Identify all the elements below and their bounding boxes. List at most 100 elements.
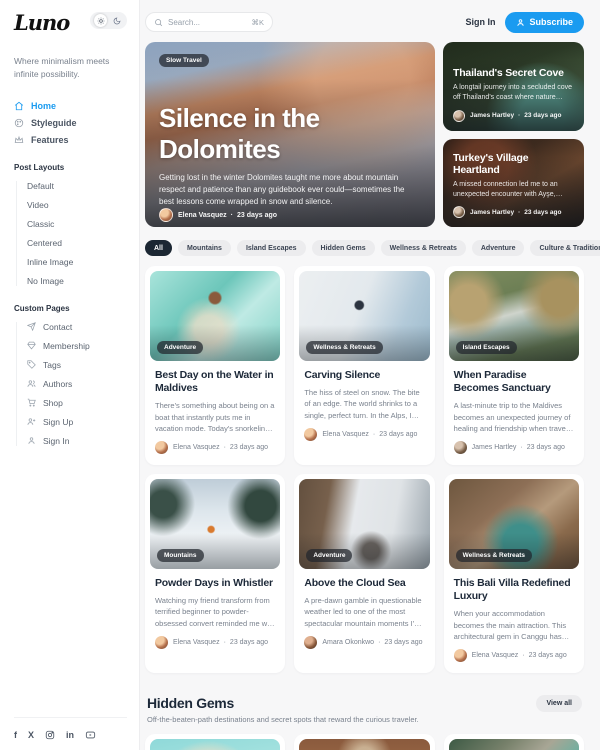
tag-badge[interactable]: Island Escapes — [456, 341, 517, 354]
sign-in-link[interactable]: Sign In — [465, 17, 495, 27]
avatar[interactable] — [155, 636, 168, 649]
avatar[interactable] — [155, 441, 168, 454]
page-link-label: Contact — [43, 322, 72, 332]
palette-icon — [14, 118, 24, 128]
page-link-tags[interactable]: Tags — [27, 360, 127, 370]
layout-link-default[interactable]: Default — [27, 181, 127, 191]
tag-badge[interactable]: Adventure — [157, 341, 203, 354]
post-excerpt: Watching my friend transform from terrif… — [155, 595, 275, 629]
author-name[interactable]: James Hartley — [470, 209, 514, 216]
avatar[interactable] — [453, 110, 465, 122]
page-link-label: Sign Up — [43, 417, 73, 427]
filter-all[interactable]: All — [145, 240, 172, 256]
page-link-sign-up[interactable]: Sign Up — [27, 417, 127, 427]
filter-hidden-gems[interactable]: Hidden Gems — [312, 240, 375, 256]
nav-item-features[interactable]: Features — [14, 135, 127, 145]
avatar[interactable] — [304, 428, 317, 441]
nav-item-home[interactable]: Home — [14, 101, 127, 111]
sun-icon[interactable] — [94, 14, 107, 27]
moon-icon[interactable] — [110, 14, 123, 27]
x-icon[interactable]: X — [28, 730, 34, 740]
post-card-maldives[interactable]: Adventure Best Day on the Water in Maldi… — [145, 266, 285, 465]
avatar[interactable] — [304, 636, 317, 649]
facebook-icon[interactable]: f — [14, 730, 17, 740]
author-name[interactable]: James Hartley — [470, 112, 514, 119]
page-link-shop[interactable]: Shop — [27, 398, 127, 408]
post-title: When Paradise Becomes Sanctuary — [454, 369, 574, 395]
author-name[interactable]: Elena Vasquez — [173, 444, 220, 451]
filter-mountains[interactable]: Mountains — [178, 240, 231, 256]
filter-culture-traditions[interactable]: Culture & Traditions — [530, 240, 600, 256]
post-card-cove[interactable]: Hidden Gems — [444, 734, 584, 750]
logo[interactable]: Luno — [14, 12, 69, 33]
side-post-turkey[interactable]: Turkey's Village Heartland A missed conn… — [443, 139, 584, 228]
page-link-authors[interactable]: Authors — [27, 379, 127, 389]
linkedin-icon[interactable]: in — [66, 730, 74, 740]
filter-adventure[interactable]: Adventure — [472, 240, 525, 256]
post-card-sandbar[interactable]: Hidden Gems — [145, 734, 285, 750]
crown-icon — [14, 135, 24, 145]
post-card-whistler[interactable]: Mountains Powder Days in Whistler Watchi… — [145, 474, 285, 673]
author-name[interactable]: Elena Vasquez — [322, 431, 369, 438]
layout-link-classic[interactable]: Classic — [27, 219, 127, 229]
page-link-sign-in[interactable]: Sign In — [27, 436, 127, 446]
custom-pages-heading: Custom Pages — [14, 304, 127, 313]
post-card-carving-silence[interactable]: Wellness & Retreats Carving Silence The … — [294, 266, 434, 465]
post-excerpt: A pre-dawn gamble in questionable weathe… — [304, 595, 424, 629]
page-link-contact[interactable]: Contact — [27, 322, 127, 332]
tag-badge[interactable]: Mountains — [157, 549, 204, 562]
avatar[interactable] — [453, 206, 465, 218]
tag-badge[interactable]: Wellness & Retreats — [306, 341, 382, 354]
author-name[interactable]: Amara Okonkwo — [322, 639, 374, 646]
search-input[interactable] — [168, 18, 246, 27]
post-card-cloud-sea[interactable]: Adventure Above the Cloud Sea A pre-dawn… — [294, 474, 434, 673]
instagram-icon[interactable] — [45, 730, 55, 740]
filter-wellness-retreats[interactable]: Wellness & Retreats — [381, 240, 466, 256]
send-icon — [27, 322, 36, 331]
layout-link-centered[interactable]: Centered — [27, 238, 127, 248]
view-all-button[interactable]: View all — [536, 695, 582, 712]
search-icon — [154, 18, 163, 27]
post-date: 23 days ago — [237, 212, 277, 219]
tag-filter-bar: All Mountains Island Escapes Hidden Gems… — [145, 240, 584, 256]
theme-toggle[interactable] — [90, 12, 127, 29]
tag-badge[interactable]: Wellness & Retreats — [456, 549, 532, 562]
youtube-icon[interactable] — [85, 730, 96, 740]
layout-link-video[interactable]: Video — [27, 200, 127, 210]
featured-section: Slow Travel Silence in the Dolomites Get… — [145, 42, 584, 227]
post-card-temple[interactable]: Culture & Traditions — [294, 734, 434, 750]
post-card-bali-villa[interactable]: Wellness & Retreats This Bali Villa Rede… — [444, 474, 584, 673]
hero-post[interactable]: Slow Travel Silence in the Dolomites Get… — [145, 42, 435, 227]
meta-dot: · — [224, 639, 226, 646]
avatar[interactable] — [454, 649, 467, 662]
hero-tag-badge[interactable]: Slow Travel — [159, 54, 209, 67]
side-post-thailand[interactable]: Thailand's Secret Cove A longtail journe… — [443, 42, 584, 131]
user-icon — [516, 18, 525, 27]
tag-badge[interactable]: Adventure — [306, 549, 352, 562]
section-subtitle: Off-the-beaten-path destinations and sec… — [147, 715, 419, 724]
search-box[interactable]: ⌘K — [145, 12, 273, 32]
post-date: 23 days ago — [524, 112, 561, 119]
meta-dot: · — [378, 639, 380, 646]
filter-island-escapes[interactable]: Island Escapes — [237, 240, 306, 256]
post-meta: Elena Vasquez·23 days ago — [155, 636, 275, 649]
post-excerpt: A missed connection led me to an unexpec… — [453, 180, 574, 200]
page-link-membership[interactable]: Membership — [27, 341, 127, 351]
avatar[interactable] — [454, 441, 467, 454]
subscribe-button[interactable]: Subscribe — [505, 12, 584, 33]
post-title: Thailand's Secret Cove — [453, 67, 574, 79]
author-name[interactable]: James Hartley — [472, 444, 517, 451]
author-name[interactable]: Elena Vasquez — [178, 212, 227, 219]
layout-link-no-image[interactable]: No Image — [27, 276, 127, 286]
hero-meta: Elena Vasquez·23 days ago — [159, 208, 421, 222]
post-card-paradise-sanctuary[interactable]: Island Escapes When Paradise Becomes San… — [444, 266, 584, 465]
post-meta: James Hartley·23 days ago — [454, 441, 574, 454]
author-name[interactable]: Elena Vasquez — [472, 652, 519, 659]
hero-title: Silence in the Dolomites — [159, 103, 421, 165]
author-name[interactable]: Elena Vasquez — [173, 639, 220, 646]
avatar[interactable] — [159, 208, 173, 222]
sidebar-header: Luno — [14, 12, 127, 33]
post-excerpt: When your accommodation becomes the main… — [454, 608, 574, 642]
nav-item-styleguide[interactable]: Styleguide — [14, 118, 127, 128]
layout-link-inline-image[interactable]: Inline Image — [27, 257, 127, 267]
